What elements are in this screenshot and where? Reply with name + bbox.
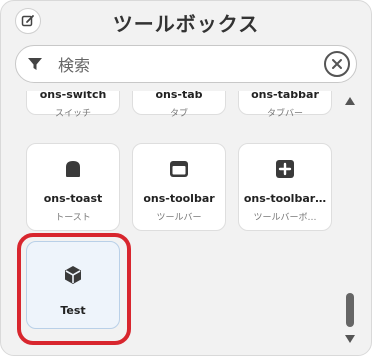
toolbox-panel: ツールボックス ons-switch スイッチ ons-tab タブ ons-t… xyxy=(0,0,372,356)
search-bar xyxy=(15,45,357,83)
page-title: ツールボックス xyxy=(112,12,260,36)
tile-description: トースト xyxy=(55,213,91,223)
tile-description: タブバー xyxy=(266,109,303,119)
toolbar-button-icon xyxy=(276,160,294,178)
tile-description: タブ xyxy=(169,109,188,119)
component-tile[interactable]: ons-tab タブ xyxy=(132,91,226,119)
tile-name: ons-tabbar xyxy=(251,91,319,101)
component-tile[interactable]: ons-tabbar タブバー xyxy=(238,91,332,119)
component-tile[interactable]: ons-toolbar… ツールバーボ… xyxy=(238,143,332,231)
toast-icon xyxy=(66,161,80,177)
tile-name: ons-tab xyxy=(155,91,203,101)
selection-highlight xyxy=(17,233,131,345)
scroll-down-icon[interactable] xyxy=(345,335,355,343)
tile-description: ツールバー xyxy=(156,213,202,223)
search-input[interactable] xyxy=(56,51,320,79)
tile-name: ons-toolbar… xyxy=(243,192,327,205)
component-tile[interactable]: ons-toast トースト xyxy=(26,143,120,231)
tile-name: ons-toolbar xyxy=(143,192,215,205)
tile-description: ツールバーボ… xyxy=(253,213,317,223)
component-tile[interactable]: ons-toolbar ツールバー xyxy=(132,143,226,231)
tile-description: スイッチ xyxy=(54,109,91,119)
clear-icon xyxy=(332,59,342,69)
scrollbar[interactable] xyxy=(343,93,357,347)
clear-search-button[interactable] xyxy=(324,51,350,77)
tile-name: ons-toast xyxy=(43,192,103,205)
toolbar-icon xyxy=(170,161,188,177)
filter-icon[interactable] xyxy=(26,55,44,73)
toolbox-header: ツールボックス xyxy=(1,1,371,41)
component-tile[interactable]: ons-switch スイッチ xyxy=(26,91,120,119)
scroll-thumb[interactable] xyxy=(346,293,354,327)
tile-name: ons-switch xyxy=(39,91,107,101)
scroll-up-icon[interactable] xyxy=(345,97,355,105)
